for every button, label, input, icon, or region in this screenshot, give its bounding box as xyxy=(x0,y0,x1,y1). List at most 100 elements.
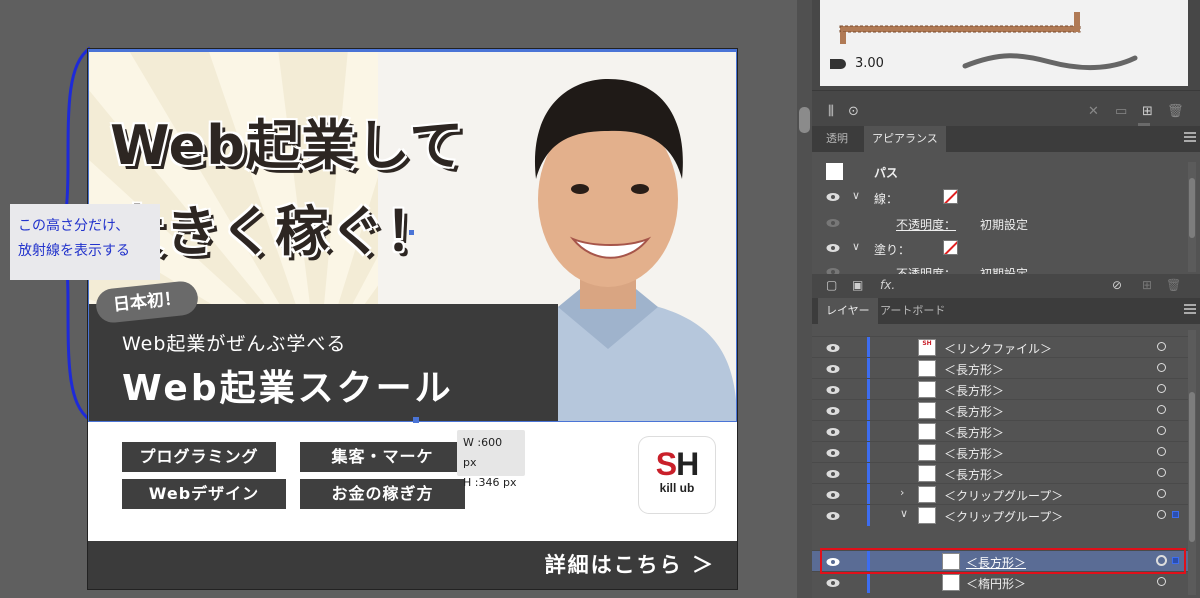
chevron-down-icon[interactable]: ∨ xyxy=(900,507,908,520)
fx-icon[interactable]: fx. xyxy=(880,278,895,292)
layers-scroll-thumb[interactable] xyxy=(1189,392,1195,542)
hamburger-menu-icon[interactable] xyxy=(1184,132,1196,142)
appearance-scroll-thumb[interactable] xyxy=(1189,178,1195,238)
trash-icon[interactable]: 🗑 xyxy=(1166,278,1181,292)
layer-name[interactable]: ＜長方形＞ xyxy=(944,445,1004,462)
layer-row-rect[interactable]: ＜長方形＞ xyxy=(812,378,1188,400)
fill-row[interactable]: ∨ 塗り： xyxy=(812,237,1192,261)
layer-row-clip-group[interactable]: › ＜クリップグループ＞ xyxy=(812,483,1188,505)
target-circle-icon[interactable] xyxy=(1157,384,1166,393)
target-circle-icon[interactable] xyxy=(1157,447,1166,456)
eye-icon[interactable] xyxy=(826,343,840,353)
brush-size: 3.00 xyxy=(855,56,884,71)
layer-thumbnail xyxy=(918,360,936,377)
layer-row-rect[interactable]: ＜長方形＞ xyxy=(812,399,1188,421)
target-circle-icon[interactable] xyxy=(1157,489,1166,498)
layer-row-rect[interactable]: ＜長方形＞ xyxy=(812,462,1188,484)
eye-icon[interactable] xyxy=(826,578,840,588)
layer-name[interactable]: ＜長方形＞ xyxy=(944,403,1004,420)
libraries-panel-icon[interactable]: ⊙ xyxy=(848,104,859,119)
eye-icon[interactable] xyxy=(826,448,840,458)
eye-icon[interactable] xyxy=(826,469,840,479)
tab-appearance[interactable]: アピアランス xyxy=(864,126,946,152)
layer-name[interactable]: ＜リンクファイル＞ xyxy=(944,340,1052,357)
eye-icon[interactable] xyxy=(826,511,840,521)
layer-color-bar xyxy=(867,400,870,421)
eye-icon[interactable] xyxy=(826,218,840,228)
brush-libraries-icon[interactable]: ⫼ xyxy=(828,104,834,119)
layer-name[interactable]: ＜長方形＞ xyxy=(944,382,1004,399)
layer-row-rect[interactable]: ＜長方形＞ xyxy=(812,420,1188,442)
eye-icon[interactable] xyxy=(826,427,840,437)
banner-artwork[interactable]: Web起業して 大きく稼ぐ！ 日本初！ Web起業がぜんぶ学べる Web起業スク… xyxy=(87,48,738,590)
none-swatch-icon[interactable] xyxy=(943,240,958,255)
tab-layers[interactable]: レイヤー xyxy=(818,298,878,324)
remove-brush-stroke-icon[interactable]: ✕ xyxy=(1088,104,1099,119)
target-circle-icon[interactable] xyxy=(1157,405,1166,414)
layer-row-ellipse[interactable]: ＜楕円形＞ xyxy=(812,571,1188,593)
tab-transparency[interactable]: 透明 xyxy=(818,126,856,152)
eye-icon[interactable] xyxy=(826,406,840,416)
selection-handle[interactable] xyxy=(413,417,419,423)
opacity-link[interactable]: 不透明度： xyxy=(896,216,956,233)
delete-brush-icon[interactable]: 🗑 xyxy=(1167,104,1184,119)
brushes-panel: 3.00 xyxy=(820,0,1188,86)
add-stroke-icon[interactable]: ▢ xyxy=(826,278,837,292)
canvas-scroll-thumb[interactable] xyxy=(799,107,810,133)
layer-name[interactable]: ＜長方形＞ xyxy=(944,361,1004,378)
headline-line1: Web起業して xyxy=(110,114,465,177)
layer-name[interactable]: ＜クリップグループ＞ xyxy=(944,487,1063,504)
layer-row-clip-group-open[interactable]: ∨ ＜クリップグループ＞ xyxy=(812,504,1188,526)
brush-options-icon[interactable]: ▭ xyxy=(1115,104,1127,119)
layer-thumbnail xyxy=(918,423,936,440)
tab-artboards[interactable]: アートボード xyxy=(872,298,953,324)
layer-row-rect[interactable]: ＜長方形＞ xyxy=(812,441,1188,463)
layer-name[interactable]: ＜クリップグループ＞ xyxy=(944,508,1063,525)
selection-indicator[interactable] xyxy=(1172,511,1179,518)
eye-icon[interactable] xyxy=(826,192,840,202)
chevron-right-icon[interactable]: › xyxy=(900,486,904,499)
layer-thumbnail xyxy=(918,381,936,398)
target-circle-icon[interactable] xyxy=(1157,468,1166,477)
layer-name[interactable]: ＜長方形＞ xyxy=(944,466,1004,483)
target-circle-icon[interactable] xyxy=(1157,577,1166,586)
target-circle-icon[interactable] xyxy=(1157,342,1166,351)
duplicate-item-icon[interactable]: ⊞ xyxy=(1142,278,1152,292)
eye-icon[interactable] xyxy=(826,267,840,274)
canvas-vertical-scrollbar[interactable] xyxy=(797,0,812,598)
layer-row-rect[interactable]: ＜長方形＞ xyxy=(812,357,1188,379)
chevron-down-icon[interactable]: ∨ xyxy=(852,189,860,202)
fill-opacity-row[interactable]: 不透明度： 初期設定 xyxy=(812,261,1192,274)
eye-icon[interactable] xyxy=(826,385,840,395)
layer-thumbnail xyxy=(918,402,936,419)
layer-thumbnail xyxy=(918,507,936,524)
eye-icon[interactable] xyxy=(826,364,840,374)
none-swatch-icon[interactable] xyxy=(943,189,958,204)
eye-icon[interactable] xyxy=(826,243,840,253)
clear-appearance-icon[interactable]: ⊘ xyxy=(1112,278,1122,292)
layer-color-bar xyxy=(867,572,870,593)
anchor-point[interactable] xyxy=(409,230,414,235)
target-circle-icon[interactable] xyxy=(1157,426,1166,435)
layer-name[interactable]: ＜長方形＞ xyxy=(944,424,1004,441)
target-circle-icon[interactable] xyxy=(1157,510,1166,519)
appearance-panel: パス ∨ 線： 不透明度： 初期設定 ∨ 塗り： 不透明度： 初期設定 xyxy=(812,152,1200,274)
hamburger-menu-icon[interactable] xyxy=(1184,304,1196,314)
stroke-row[interactable]: ∨ 線： xyxy=(812,186,1192,210)
layer-row-link-file[interactable]: SH ＜リンクファイル＞ xyxy=(812,336,1188,358)
pattern-brush-sample[interactable] xyxy=(830,0,1090,48)
new-brush-icon[interactable]: ⊞ xyxy=(1142,104,1153,119)
target-circle-icon[interactable] xyxy=(1157,363,1166,372)
details-link[interactable]: 詳細はこちら ＞ xyxy=(545,541,715,589)
artboard-canvas[interactable]: Web起業して 大きく稼ぐ！ 日本初！ Web起業がぜんぶ学べる Web起業スク… xyxy=(0,0,812,598)
stroke-opacity-row[interactable]: 不透明度： 初期設定 xyxy=(812,212,1192,236)
fill-label: 塗り： xyxy=(874,243,911,257)
opacity-link[interactable]: 不透明度： xyxy=(896,265,956,274)
chevron-down-icon[interactable]: ∨ xyxy=(852,240,860,253)
brush-row[interactable]: 3.00 xyxy=(830,52,1180,82)
size-tooltip: W :600 px H :346 px xyxy=(457,430,525,489)
layer-name[interactable]: ＜楕円形＞ xyxy=(966,575,1026,592)
add-fill-icon[interactable]: ▣ xyxy=(852,278,863,292)
eye-icon[interactable] xyxy=(826,490,840,500)
layer-color-bar xyxy=(867,379,870,400)
